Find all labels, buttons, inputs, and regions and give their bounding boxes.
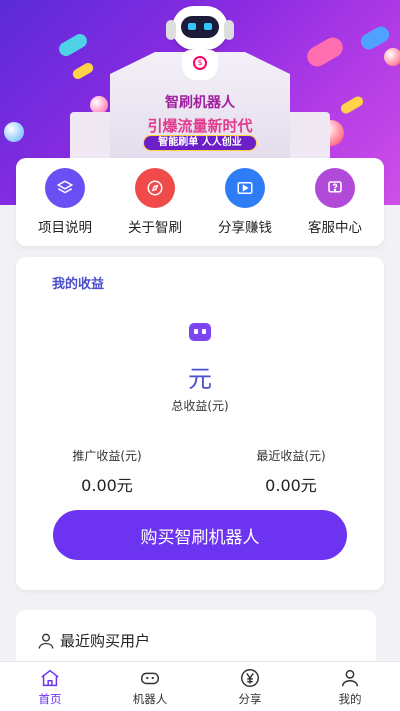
tab-label: 机器人 (132, 692, 168, 706)
decor-pill (358, 23, 392, 53)
tab-robot[interactable]: 机器人 (100, 662, 200, 711)
robot-mascot (166, 6, 234, 50)
promo-earnings-value: 0.00元 (81, 476, 133, 495)
total-earnings-unit: 元 (188, 365, 212, 393)
user-icon (38, 633, 54, 649)
layers-icon (45, 168, 85, 208)
menu-item-share-earn[interactable]: 分享赚钱 (201, 168, 289, 236)
menu-item-label: 客服中心 (308, 220, 362, 236)
menu-item-support[interactable]: 客服中心 (291, 168, 379, 236)
yen-icon (241, 669, 259, 687)
user-icon (341, 669, 359, 687)
tab-label: 首页 (38, 692, 62, 706)
tab-label: 分享 (238, 692, 262, 706)
robot-body: $ (182, 50, 218, 80)
recent-earnings-value: 0.00元 (265, 476, 317, 495)
tab-label: 我的 (338, 692, 362, 706)
total-earnings-label: 总收益(元) (171, 399, 229, 413)
menu-item-label: 关于智刷 (128, 220, 182, 236)
robot-icon (189, 323, 211, 341)
quick-menu: 项目说明 关于智刷 分享赚钱 客服中心 (16, 158, 384, 246)
tab-share[interactable]: 分享 (200, 662, 300, 711)
video-icon (225, 168, 265, 208)
buy-robot-button[interactable]: 购买智刷机器人 (53, 510, 347, 560)
earnings-title: 我的收益 (52, 277, 105, 292)
menu-item-label: 项目说明 (38, 220, 92, 236)
banner-tagline: 智能刷单 人人创业 (143, 135, 257, 151)
recent-earnings-label: 最近收益(元) (256, 449, 326, 463)
recent-buyers-header: 最近购买用户 (36, 630, 150, 651)
decor-pill (56, 31, 90, 59)
decor-ball (384, 48, 400, 66)
banner-title: 智刷机器人 (165, 95, 235, 111)
bottom-tabbar: 首页 机器人 分享 我的 (0, 661, 400, 711)
promo-earnings-label: 推广收益(元) (72, 449, 142, 463)
robot-icon (141, 672, 159, 685)
menu-item-label: 分享赚钱 (218, 220, 272, 236)
tab-mine[interactable]: 我的 (300, 662, 400, 711)
banner-slogan: 引爆流量新时代 (147, 117, 253, 135)
tab-home[interactable]: 首页 (0, 662, 100, 711)
promo-earnings: 推广收益(元) 0.00元 (32, 447, 182, 496)
recent-buyers-title: 最近购买用户 (60, 632, 151, 650)
menu-item-project-info[interactable]: 项目说明 (21, 168, 109, 236)
earnings-card: 我的收益 元 总收益(元) 推广收益(元) 0.00元 最近收益(元) 0.00… (16, 257, 384, 590)
decor-pill (303, 33, 347, 71)
decor-pill (70, 61, 96, 81)
recent-earnings: 最近收益(元) 0.00元 (216, 447, 366, 496)
compass-icon (135, 168, 175, 208)
home-icon (41, 669, 59, 687)
menu-item-about[interactable]: 关于智刷 (111, 168, 199, 236)
help-chat-icon (315, 168, 355, 208)
